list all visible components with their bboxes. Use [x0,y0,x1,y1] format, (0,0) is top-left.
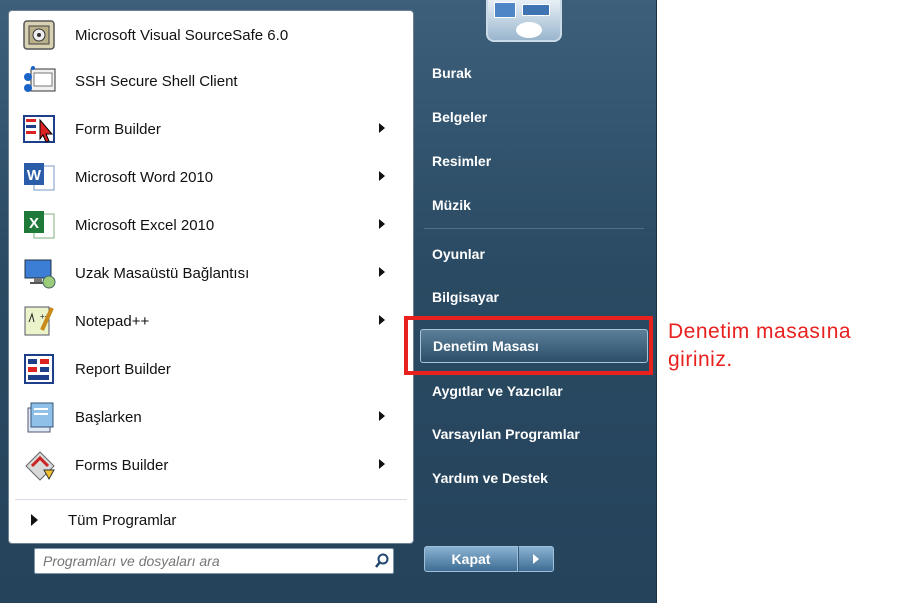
program-label: SSH Secure Shell Client [75,72,238,90]
excel-icon: X [19,206,61,244]
program-label: Notepad++ [75,312,150,330]
right-item-user[interactable]: Burak [420,56,648,90]
program-item-word[interactable]: W Microsoft Word 2010 [15,155,407,199]
program-item-notepadpp[interactable]: ++ Notepad++ [15,299,407,343]
program-item-getting-started[interactable]: Başlarken [15,395,407,439]
submenu-arrow-icon [379,123,385,133]
program-label: Microsoft Excel 2010 [75,216,215,234]
right-item-devices-printers[interactable]: Aygıtlar ve Yazıcılar [420,374,648,408]
right-item-label: Aygıtlar ve Yazıcılar [432,383,563,399]
ssh-icon [19,62,61,100]
program-item-forms-builder[interactable]: Forms Builder [15,443,407,487]
program-item-vss[interactable]: Microsoft Visual SourceSafe 6.0 [15,13,407,57]
search-icon[interactable] [371,550,393,572]
arrow-right-icon [31,514,38,526]
vss-icon [19,16,61,54]
right-item-label: Burak [432,65,472,81]
right-item-label: Varsayılan Programlar [432,426,580,442]
svg-text:W: W [27,167,42,184]
notepadpp-icon: ++ [19,302,61,340]
user-picture[interactable] [486,0,562,42]
svg-text:X: X [29,215,39,232]
submenu-arrow-icon [379,219,385,229]
shutdown-group: Kapat [424,546,554,572]
right-item-label: Oyunlar [432,246,485,262]
program-label: Başlarken [75,408,142,426]
annotation-text: Denetim masasına giriniz. [668,318,908,374]
submenu-arrow-icon [379,411,385,421]
forms-builder-icon [19,446,61,484]
annotation-line-1: Denetim masasına [668,320,852,343]
program-item-ssh[interactable]: SSH Secure Shell Client [15,59,407,103]
word-icon: W [19,158,61,196]
divider [424,228,644,229]
program-label: Forms Builder [75,456,169,474]
program-label: Report Builder [75,360,171,378]
search-input[interactable] [41,550,371,572]
all-programs-button[interactable]: Tüm Programlar [15,499,407,540]
program-item-form-builder[interactable]: Form Builder [15,107,407,151]
right-item-label: Belgeler [432,109,488,125]
right-item-label: Müzik [432,197,471,213]
submenu-arrow-icon [379,267,385,277]
shutdown-button[interactable]: Kapat [424,546,518,572]
all-programs-label: Tüm Programlar [68,511,177,529]
annotation-line-2: giriniz. [668,348,733,371]
arrow-right-icon [533,554,539,564]
search-box[interactable] [34,548,394,574]
programs-panel: Microsoft Visual SourceSafe 6.0 SSH Secu… [8,10,414,544]
desktop-background [656,0,913,603]
shutdown-options-button[interactable] [518,546,554,572]
program-item-remote-desktop[interactable]: Uzak Masaüstü Bağlantısı [15,251,407,295]
program-label: Microsoft Visual SourceSafe 6.0 [75,26,289,44]
program-label: Microsoft Word 2010 [75,168,214,186]
right-item-label: Yardım ve Destek [432,470,548,486]
right-item-help-support[interactable]: Yardım ve Destek [420,461,648,495]
submenu-arrow-icon [379,171,385,181]
right-item-games[interactable]: Oyunlar [420,237,648,271]
getting-started-icon [19,398,61,436]
submenu-arrow-icon [379,459,385,469]
program-item-excel[interactable]: X Microsoft Excel 2010 [15,203,407,247]
submenu-arrow-icon [379,315,385,325]
right-item-label: Resimler [432,153,492,169]
program-item-report-builder[interactable]: Report Builder [15,347,407,391]
program-label: Uzak Masaüstü Bağlantısı [75,264,250,282]
right-item-default-programs[interactable]: Varsayılan Programlar [420,417,648,451]
monitor-icon [522,4,550,16]
user-avatar-icon [516,22,542,38]
remote-desktop-icon [19,254,61,292]
start-menu: Microsoft Visual SourceSafe 6.0 SSH Secu… [0,0,657,603]
right-item-documents[interactable]: Belgeler [420,100,648,134]
monitor-icon [494,2,516,18]
program-label: Form Builder [75,120,161,138]
report-builder-icon [19,350,61,388]
right-item-label: Bilgisayar [432,289,499,305]
right-item-computer[interactable]: Bilgisayar [420,280,648,314]
right-item-pictures[interactable]: Resimler [420,144,648,178]
right-item-music[interactable]: Müzik [420,188,648,222]
form-builder-icon [19,110,61,148]
annotation-highlight-box [404,316,653,375]
